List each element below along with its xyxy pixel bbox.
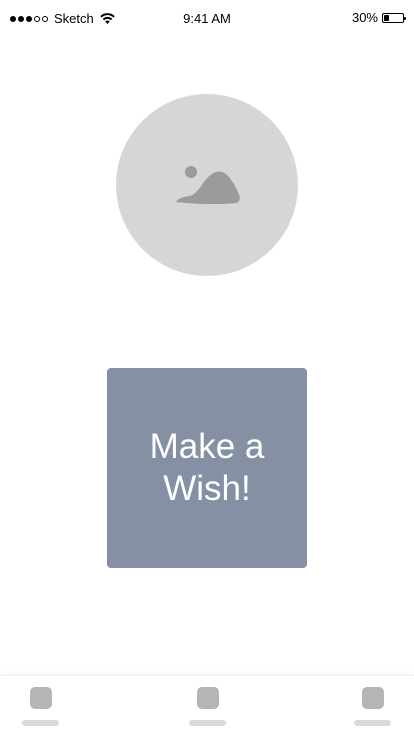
tab-placeholder-icon [30,687,52,709]
tab-placeholder-icon [362,687,384,709]
tab-item-1[interactable] [10,676,70,736]
make-wish-button[interactable]: Make a Wish! [107,368,307,568]
tab-bar [0,675,414,736]
image-placeholder-icon [176,166,240,204]
tab-label-placeholder [22,720,59,726]
tab-item-2[interactable] [177,676,237,736]
status-right: 30% [351,10,406,25]
status-bar: Sketch 9:41 AM 30% [0,0,414,36]
app-screen: Sketch 9:41 AM 30% Make a Wish! [0,0,414,736]
battery-tip [404,16,406,20]
tab-placeholder-icon [197,687,219,709]
battery-percent: 30% [351,10,378,25]
tab-label-placeholder [354,720,391,726]
battery-icon [382,12,406,23]
battery-fill [384,14,390,21]
tab-label-placeholder [189,720,226,726]
profile-image-placeholder[interactable] [116,94,298,276]
tab-item-3[interactable] [342,676,402,736]
